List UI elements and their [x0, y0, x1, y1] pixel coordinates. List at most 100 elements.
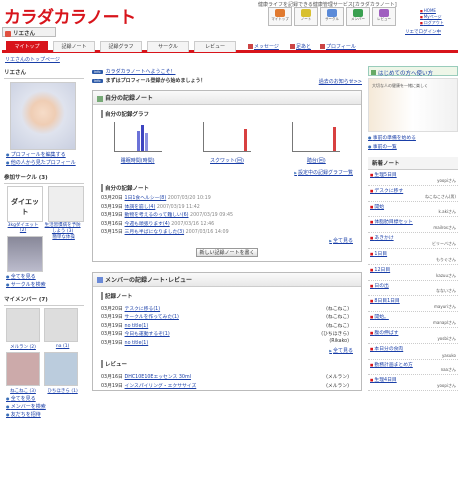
message-link[interactable]: メッセージ: [248, 43, 279, 50]
logout-link[interactable]: ログアウト: [420, 20, 444, 26]
top-icon-bar: マイトップ ノート サークル メンバー レビュー: [268, 7, 396, 26]
list-link[interactable]: 事前の一覧: [368, 143, 458, 150]
note-row: 03月19日 動物を考えるのって難しい(6) 2007/03/19 09:45: [101, 213, 234, 218]
circle-health-name[interactable]: 生活習慣病を予防しよう (3): [44, 222, 82, 234]
note-icon: [97, 95, 103, 102]
member-icon: [97, 277, 103, 283]
sleep-graph[interactable]: 睡眠時間(時間): [113, 122, 162, 164]
new-note-item: 1日目もりぐさん: [368, 249, 458, 265]
note-icon[interactable]: ノート: [294, 7, 318, 26]
new-note-item: 腹の伸ばすyosbiさん: [368, 328, 458, 344]
member-note-row: 03月19日 今日も運動するぞ(1) (ひちほきら): [101, 332, 349, 337]
info-item: info カラダカラノートへようこそ！: [92, 69, 176, 75]
left-column: リエさん プロフィールを編集する 他の人から見たプロフィール 参加サークル (3…: [4, 66, 84, 418]
invite-friend-link[interactable]: 友だちを招待: [6, 411, 84, 418]
circle-exercise-name[interactable]: 簡単な体操: [45, 234, 83, 240]
right-column: はじめての方へ使い方 大切な人の健康を一緒に楽しく 事前の準備を始める 事前の一…: [368, 66, 458, 392]
graph-section-title: 自分の記録グラフ: [101, 110, 361, 118]
all-members-link[interactable]: 全てを見る: [6, 395, 84, 402]
profile-photo[interactable]: [10, 82, 76, 150]
new-note-item: 8日目1日目mayuriさん: [368, 296, 458, 313]
new-notes-title: 新着ノート: [368, 157, 458, 170]
breadcrumb[interactable]: リエさんのトップページ: [5, 56, 60, 63]
all-member-notes-link[interactable]: 全て見る: [93, 347, 353, 354]
tab-review[interactable]: レビュー: [194, 41, 236, 52]
member-avatar[interactable]: [6, 352, 40, 386]
member-note-list: 03月20日 テスクに移る(1) (ねこねこ) 03月19日 サークルを作ってみた…: [101, 305, 361, 348]
member-avatar[interactable]: [6, 308, 40, 342]
note-row: 03月16日 今週も頑張ります(4) 2007/03/16 12:46: [101, 221, 215, 227]
graph-settings-link[interactable]: 設定中の記録グラフ一覧: [93, 169, 353, 176]
top-links: HOME Myページ ログアウト: [420, 8, 444, 26]
main-nav: マイトップ 記録ノート 記録グラフ サークル レビュー メッセージ 足あと プロ…: [2, 40, 458, 53]
new-note-item: 開始。manaplさん: [368, 312, 458, 328]
circle-health-image[interactable]: [47, 186, 84, 222]
member-note-section: 記録ノート: [101, 291, 361, 300]
header: カラダカラノート 健康ライフを記録できる健康管理サービス[カラダカラノート] マ…: [0, 0, 460, 38]
new-note-item: 体脂肪目標セットmailrosさん: [368, 217, 458, 234]
profile-icon: [320, 44, 325, 49]
new-notes-list: 生理5日目yoopiさん デスクに移すねこねこさん(男) 開始k.akiさん 体…: [368, 170, 458, 392]
user-title: リエさん: [4, 66, 84, 79]
foot-icon: [290, 44, 295, 49]
member-title: マイメンバー (7): [4, 293, 84, 306]
step-graph[interactable]: 踏台(回): [292, 122, 341, 164]
note-section-title: 自分の記録ノート: [101, 184, 361, 192]
new-note-item: あきかけビリーバさん: [368, 233, 458, 249]
footprint-link[interactable]: 足あと: [290, 43, 311, 50]
review-row: 03月19日 インスパイリング・エクササイズ (メルラン): [101, 383, 349, 389]
squat-graph[interactable]: スクワット(回): [202, 122, 251, 164]
review-icon[interactable]: レビュー: [372, 7, 396, 26]
new-note-item: 生理4日目yoopiさん: [368, 375, 458, 392]
circle-icon[interactable]: サークル: [320, 7, 344, 26]
beginner-icon: [371, 70, 376, 75]
search-circle-link[interactable]: サークルを検索: [6, 281, 84, 288]
member-avatar[interactable]: [43, 352, 78, 386]
new-note-button[interactable]: 新しい記録ノートを書く: [196, 247, 258, 257]
new-note-item: 生理5日目yoopiさん: [368, 170, 458, 186]
member-notes-panel: メンバーの記録ノート･レビュー 記録ノート 03月20日 テスクに移る(1) (ね…: [92, 271, 362, 391]
main-column: info カラダカラノートへようこそ！ info まずはプロフィール登録から始めまし…: [92, 66, 362, 391]
review-list: 03月16日 DHC10E10Eエッセンス 30ml (メルラン) 03月19日 …: [101, 373, 361, 390]
member-name[interactable]: na (1): [44, 344, 82, 349]
circle-exercise-image[interactable]: [7, 236, 43, 272]
beginner-banner[interactable]: はじめての方へ使い方: [368, 66, 458, 77]
member-note-row: 03月20日 テスクに移る(1) (ねこねこ): [101, 306, 349, 312]
note-row: 03月20日 1日1食ヘルシー(8) 2007/03/20 10:19: [101, 196, 211, 201]
all-my-notes-link[interactable]: 全て見る: [93, 237, 353, 244]
panel-title: 自分の記録ノート: [93, 91, 361, 105]
login-status-link[interactable]: リエでログイン中: [405, 29, 441, 35]
edit-profile-link[interactable]: プロフィールを編集する: [6, 151, 84, 158]
view-profile-link[interactable]: 他の人から見たプロフィール: [6, 159, 84, 166]
circle-diet-name[interactable]: 3kgダイエット (2): [4, 222, 42, 233]
user-box: リエさん: [2, 27, 56, 37]
tab-circle[interactable]: サークル: [147, 41, 189, 52]
ad-image[interactable]: 大切な人の健康を一緒に楽しく: [368, 78, 458, 132]
tab-notes[interactable]: 記録ノート: [53, 41, 95, 52]
review-section: レビュー: [101, 360, 361, 368]
note-row: 03月15日 三月も半ばになりました(3) 2007/03/16 14:09: [101, 230, 229, 235]
member-avatar[interactable]: [43, 308, 78, 342]
mytop-icon[interactable]: マイトップ: [268, 7, 292, 26]
all-circles-link[interactable]: 全てを見る: [6, 273, 84, 280]
member-note-row: 03月19日 no title(1) (ねこねこ): [101, 323, 349, 329]
my-notes-panel: 自分の記録ノート 自分の記録グラフ 睡眠時間(時間) スクワット(回) 踏台(回…: [92, 90, 362, 262]
tab-graph[interactable]: 記録グラフ: [100, 41, 142, 52]
profile-link[interactable]: プロフィール: [320, 43, 356, 50]
member-name[interactable]: ひちほきら (1): [44, 388, 82, 394]
circle-diet-image[interactable]: ダイエット: [7, 186, 43, 222]
graph-list: 睡眠時間(時間) スクワット(回) 踏台(回): [93, 122, 361, 164]
member-icon[interactable]: メンバー: [346, 7, 370, 26]
prepare-link[interactable]: 事前の準備を始める: [368, 134, 458, 141]
new-note-item: 開始k.akiさん: [368, 202, 458, 218]
member-name[interactable]: ねこねこ (3): [4, 388, 42, 394]
member-note-row: 03月19日 no title(1) (Rikako): [101, 338, 349, 346]
site-logo[interactable]: カラダカラノート: [4, 3, 136, 28]
new-note-item: 日の出なないさん: [368, 281, 458, 297]
tab-mytop[interactable]: マイトップ: [6, 41, 48, 52]
new-note-item: 12日目kazuuさん: [368, 265, 458, 281]
new-note-item: 勤務計画まとめ方naaさん: [368, 360, 458, 376]
user-icon: [5, 30, 11, 37]
search-member-link[interactable]: メンバーを検索: [6, 403, 84, 410]
note-row: 03月19日 体調を崩し(4) 2007/03/19 11:42: [101, 204, 200, 210]
